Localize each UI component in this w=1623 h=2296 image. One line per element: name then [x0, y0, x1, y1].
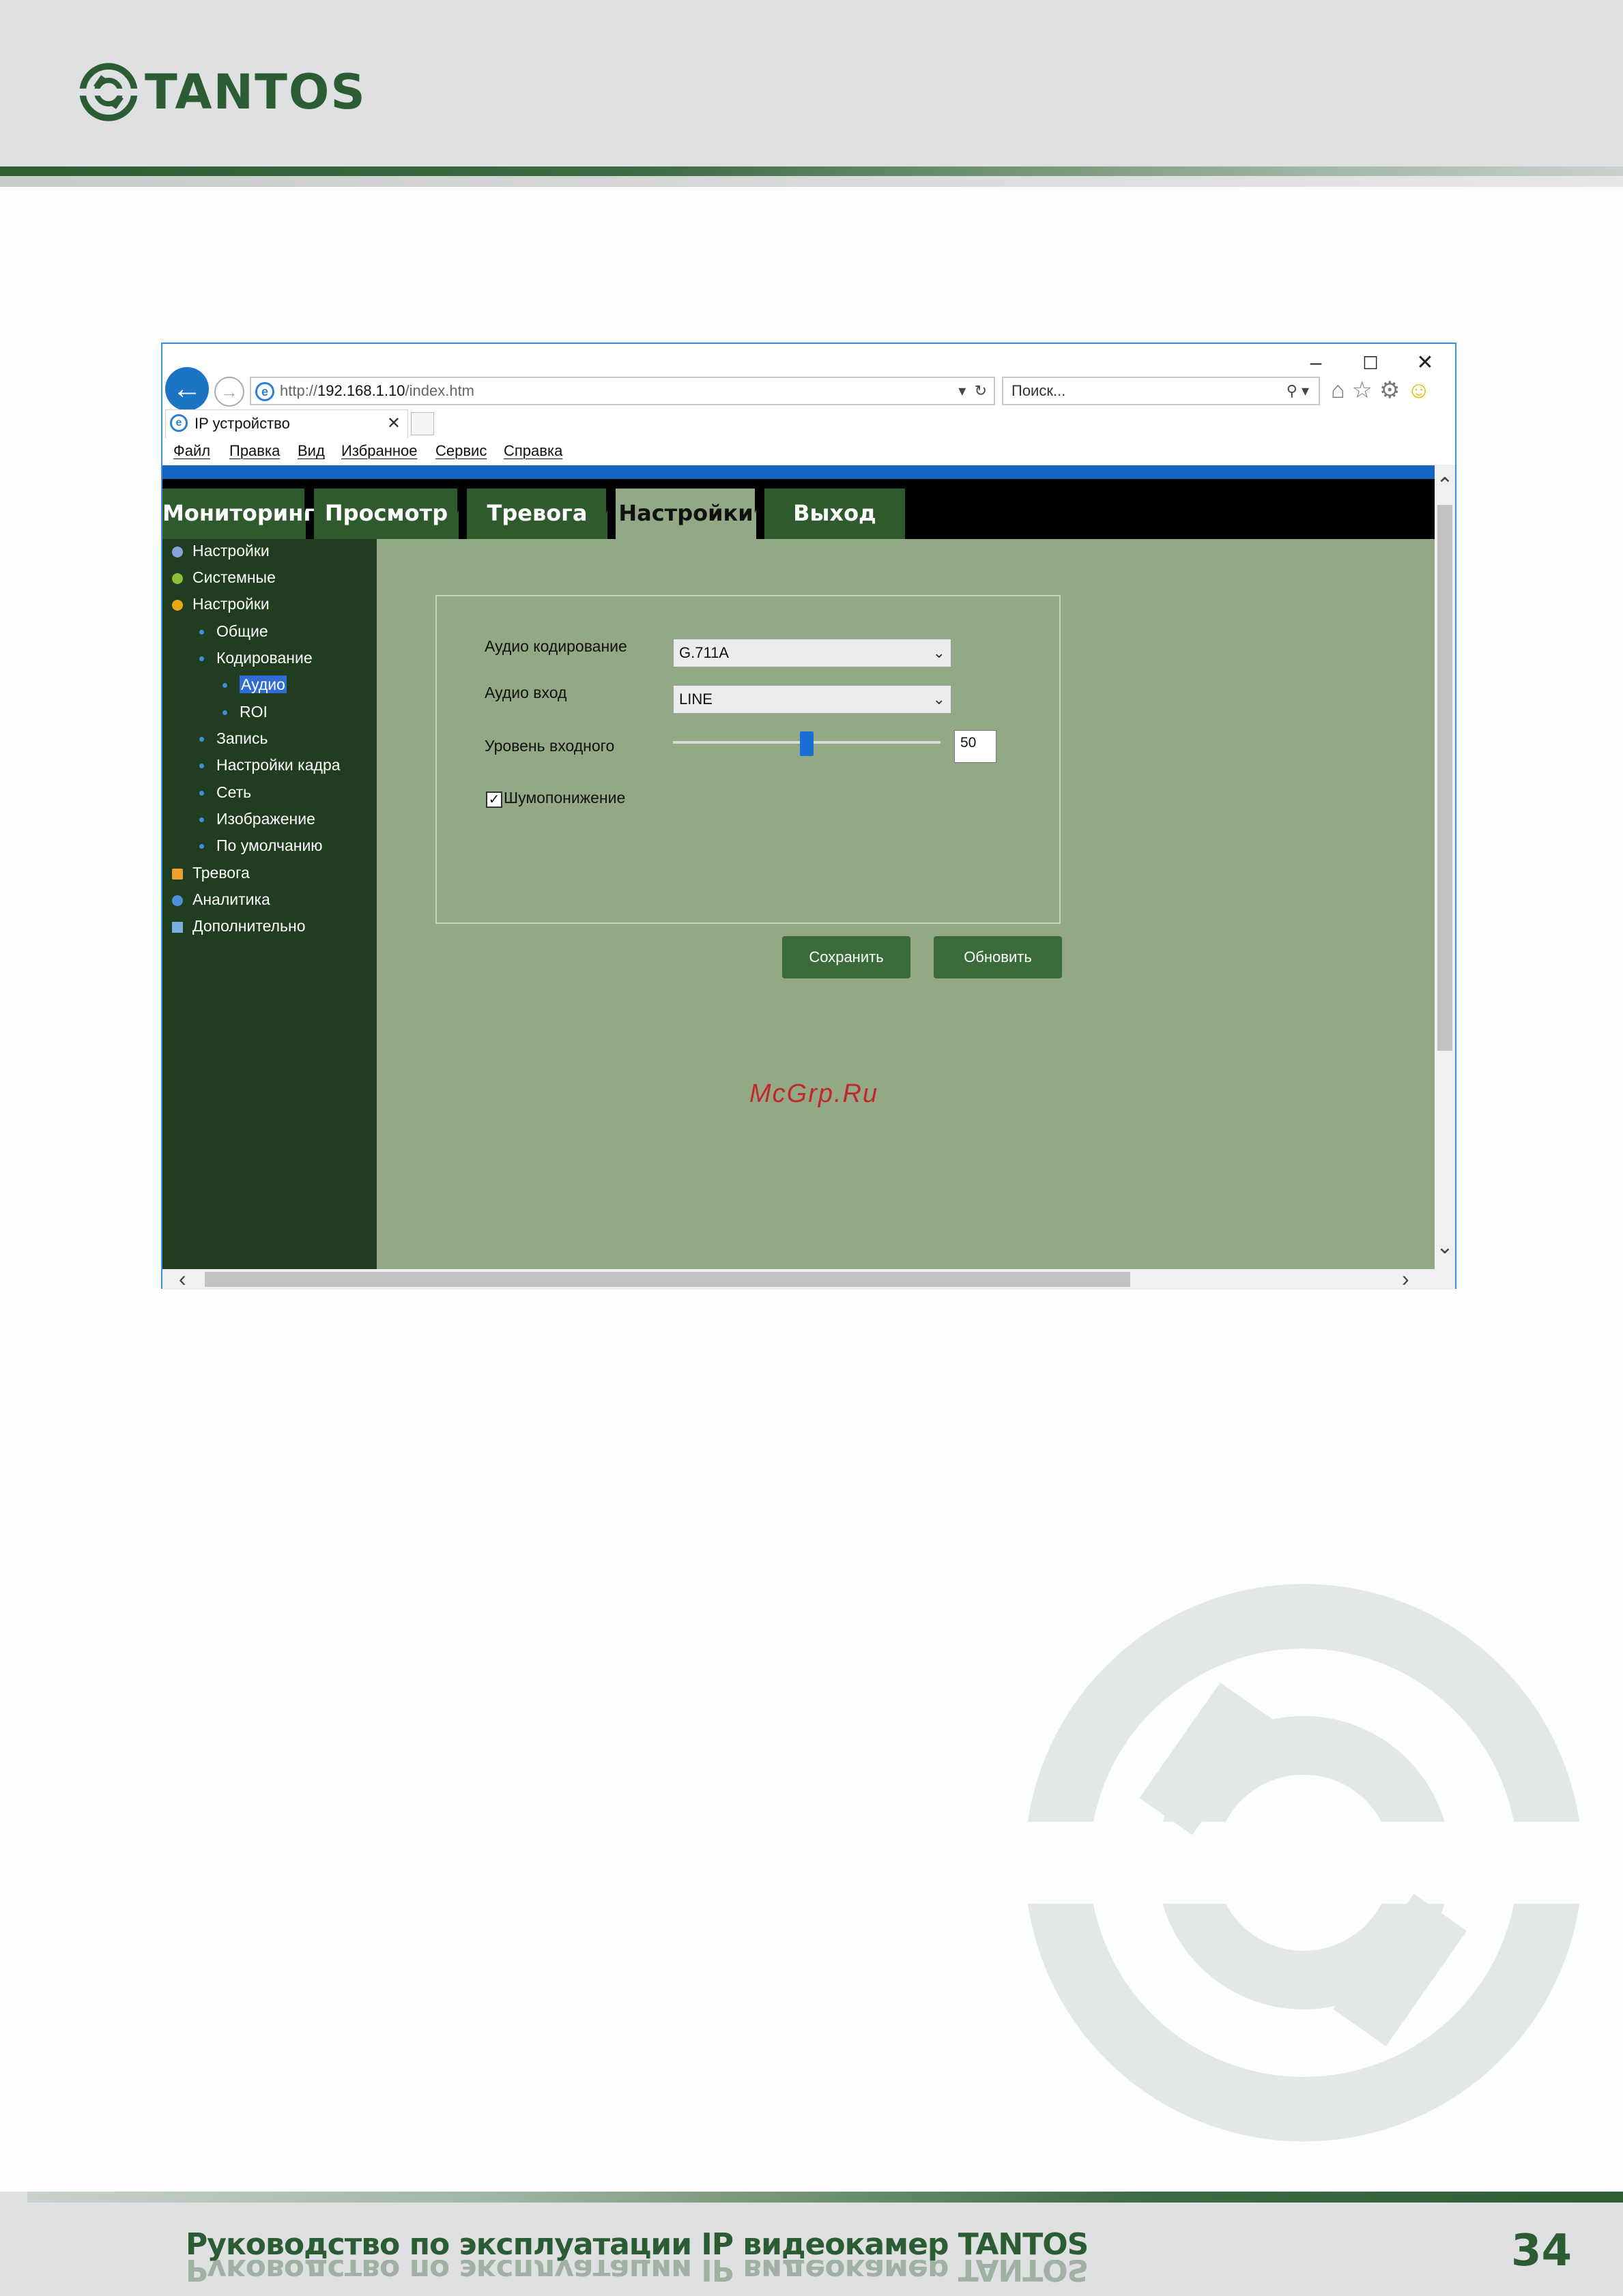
main-nav: Мониторинг Просмотр Тревога Настройки Вы… — [162, 479, 1435, 539]
nav-tab-logout[interactable]: Выход — [755, 489, 905, 539]
scroll-up-icon[interactable]: ⌃ — [1435, 474, 1455, 497]
browser-window: – ☐ ✕ ← → e http://192.168.1.10/index.ht… — [161, 343, 1456, 1292]
nav-tab-settings[interactable]: Настройки — [606, 489, 756, 539]
settings-sidebar: Настройки Системные Настройки Общие Коди… — [162, 539, 377, 1269]
menu-file[interactable]: Файл — [173, 442, 210, 460]
noise-reduction-label: Шумопонижение — [504, 789, 626, 806]
noise-reduction-checkbox[interactable]: ✓ — [486, 791, 502, 808]
address-bar[interactable]: e http://192.168.1.10/index.htm ▾ ↻ — [250, 377, 995, 405]
arrow-left-icon: ← — [172, 372, 202, 405]
input-level-label: Уровень входного — [485, 737, 615, 755]
settings-icon — [172, 546, 183, 557]
sidebar-item-roi[interactable]: ROI — [222, 703, 268, 721]
tools-icon — [172, 921, 183, 933]
ie-tab-icon: e — [170, 414, 188, 432]
bell-icon — [172, 868, 183, 880]
tantos-logo-icon — [79, 63, 138, 121]
tools-gear-icon[interactable]: ⚙ — [1379, 377, 1407, 403]
save-button[interactable]: Сохранить — [782, 936, 910, 978]
audio-encoding-select[interactable]: G.711A ⌄ — [673, 639, 951, 667]
search-input[interactable]: Поиск... ⚲ ▾ — [1002, 377, 1320, 405]
nav-tab-alarm[interactable]: Тревога — [457, 489, 607, 539]
menu-view[interactable]: Вид — [298, 442, 325, 460]
search-icon[interactable]: ⚲ ▾ — [1287, 378, 1309, 404]
search-placeholder: Поиск... — [1011, 382, 1066, 399]
nav-tab-playback[interactable]: Просмотр — [304, 489, 459, 539]
arrow-right-icon: → — [220, 381, 238, 402]
horizontal-scroll-thumb[interactable] — [205, 1272, 1130, 1287]
feedback-smiley-icon[interactable]: ☺ — [1407, 377, 1438, 403]
menu-tools[interactable]: Сервис — [435, 442, 487, 460]
menu-help[interactable]: Справка — [504, 442, 562, 460]
tab-close-icon[interactable]: ✕ — [387, 410, 401, 437]
input-level-field[interactable]: 50 — [954, 730, 996, 763]
scroll-right-icon[interactable]: › — [1402, 1266, 1409, 1292]
info-icon — [172, 572, 183, 584]
sidebar-item-analytics[interactable]: Аналитика — [172, 890, 270, 909]
sidebar-item-alarm[interactable]: Тревога — [172, 864, 250, 882]
sidebar-item-settings-top[interactable]: Настройки — [172, 542, 270, 560]
back-button[interactable]: ← — [165, 367, 209, 411]
header-divider-light — [0, 176, 1623, 187]
refresh-button[interactable]: Обновить — [934, 936, 1062, 978]
menu-bar: Файл Правка Вид Избранное Сервис Справка — [162, 438, 1455, 465]
sidebar-item-settings[interactable]: Настройки — [172, 595, 270, 613]
sidebar-item-network[interactable]: Сеть — [199, 783, 251, 802]
sidebar-item-default[interactable]: По умолчанию — [199, 837, 323, 855]
sidebar-item-advanced[interactable]: Дополнительно — [172, 917, 306, 935]
menu-edit[interactable]: Правка — [229, 442, 280, 460]
favorites-star-icon[interactable]: ☆ — [1352, 377, 1379, 403]
maximize-button[interactable]: ☐ — [1357, 349, 1384, 377]
brand-logo: TANTOS — [79, 63, 367, 121]
refresh-icon[interactable]: ▾ ↻ — [958, 378, 987, 404]
chevron-down-icon: ⌄ — [932, 691, 945, 708]
close-window-button[interactable]: ✕ — [1411, 349, 1439, 377]
horizontal-scrollbar[interactable]: ‹ › — [162, 1266, 1455, 1292]
tab-title: IP устройство — [195, 415, 290, 432]
analytics-icon — [172, 895, 183, 906]
url-path: /index.htm — [405, 382, 475, 399]
vertical-scroll-thumb[interactable] — [1437, 505, 1452, 1051]
menu-favorites[interactable]: Избранное — [341, 442, 418, 460]
audio-input-label: Аудио вход — [485, 684, 567, 701]
sidebar-item-encoding[interactable]: Кодирование — [199, 649, 313, 667]
input-level-slider-thumb[interactable] — [800, 731, 814, 756]
browser-tab[interactable]: e IP устройство ✕ — [165, 409, 408, 438]
tab-strip: e IP устройство ✕ — [162, 409, 1455, 438]
sidebar-item-image[interactable]: Изображение — [199, 810, 315, 828]
url-prefix: http:// — [280, 382, 318, 399]
ie-page-icon: e — [255, 382, 274, 401]
browser-toolbar-icons: ⌂☆⚙☺ — [1331, 377, 1437, 404]
sidebar-item-general[interactable]: Общие — [199, 622, 268, 641]
sidebar-item-record[interactable]: Запись — [199, 729, 268, 748]
audio-encoding-label: Аудио кодирование — [485, 637, 627, 655]
audio-input-select[interactable]: LINE ⌄ — [673, 685, 951, 714]
footer-title-reflection: Руководство по эксплуатации IP видеокаме… — [186, 2260, 1089, 2287]
header-divider — [0, 166, 1623, 176]
brand-name: TANTOS — [145, 64, 367, 120]
scroll-down-icon[interactable]: ⌄ — [1435, 1235, 1455, 1259]
sidebar-item-audio[interactable]: Аудио — [222, 675, 287, 694]
nav-tab-monitoring[interactable]: Мониторинг — [162, 489, 315, 539]
url-host: 192.168.1.10 — [317, 382, 405, 399]
page-top-strip — [162, 465, 1435, 479]
footer-title: Руководство по эксплуатации IP видеокаме… — [186, 2227, 1089, 2262]
web-page: Мониторинг Просмотр Тревога Настройки Вы… — [162, 465, 1435, 1269]
vertical-scrollbar[interactable]: ⌃ ⌄ — [1435, 465, 1455, 1269]
footer-divider — [27, 2192, 1623, 2203]
home-icon[interactable]: ⌂ — [1331, 377, 1352, 403]
sidebar-item-frame-settings[interactable]: Настройки кадра — [199, 756, 341, 774]
forward-button[interactable]: → — [214, 377, 244, 407]
page-number: 34 — [1511, 2226, 1572, 2276]
new-tab-button[interactable] — [411, 412, 434, 435]
tantos-watermark-icon — [1010, 1584, 1597, 2142]
gear-icon — [172, 599, 183, 611]
watermark-text: McGrp.Ru — [749, 1079, 879, 1108]
minimize-button[interactable]: – — [1302, 349, 1330, 377]
chevron-down-icon: ⌄ — [932, 644, 945, 661]
scroll-left-icon[interactable]: ‹ — [179, 1266, 186, 1292]
sidebar-item-system[interactable]: Системные — [172, 568, 276, 587]
